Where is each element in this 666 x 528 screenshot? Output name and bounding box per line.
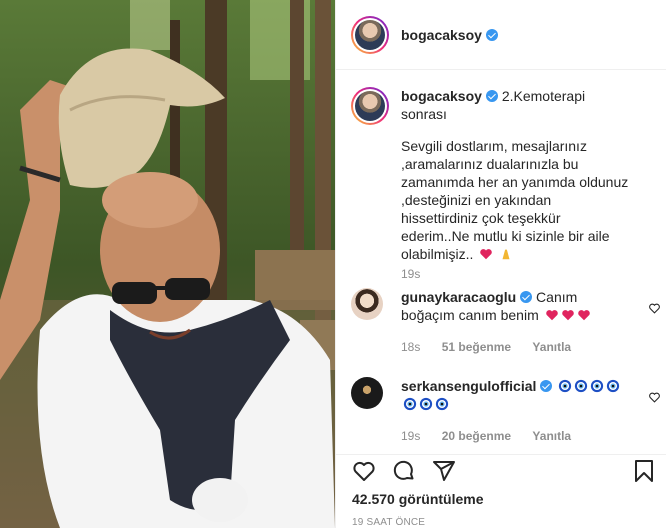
commenter-username[interactable]: gunaykaracaoglu [401,289,516,305]
post-actions: 42.570 görüntüleme 19 SAAT ÖNCE [336,454,666,528]
heart-icon[interactable] [352,459,376,483]
action-icons [352,459,653,489]
nazar-amulet-icon [403,397,417,411]
comment-item: serkansengulofficial 19s 20 beğenme Yanı… [351,377,660,454]
reply-button[interactable]: Yanıtla [532,340,571,354]
like-comment-heart-icon[interactable] [648,391,661,404]
verified-badge-icon [520,291,533,303]
red-heart-icon [480,249,493,260]
red-heart-icon [577,310,590,321]
comment-likes[interactable]: 51 beğenme [442,340,511,354]
folded-hands-icon [502,249,510,260]
commenter-username[interactable]: serkansengulofficial [401,378,536,394]
verified-badge-icon [485,28,498,41]
post-image[interactable] [0,0,335,528]
nazar-amulet-icon [575,379,588,393]
caption-username[interactable]: bogacaksoy [401,88,482,104]
caption-meta: 19s [401,267,438,281]
comment-timestamp: 19s [401,429,421,443]
comment-likes[interactable]: 20 beğenme [442,429,511,443]
caption-body: Sevgili dostlarım, mesajlarınız ,aramala… [401,138,629,262]
nazar-amulet-icon [419,397,433,411]
red-heart-icon [545,310,558,321]
comment-meta: 18s 51 beğenme Yanıtla [401,340,589,354]
comment-icon[interactable] [392,459,416,483]
post-timestamp[interactable]: 19 SAAT ÖNCE [352,517,425,528]
reply-button[interactable]: Yanıtla [532,429,571,443]
instagram-post: bogacaksoy bogacaksoy 2.Kemoterapi sonra… [0,0,666,528]
nazar-amulet-icon [607,379,620,393]
nazar-amulet-icon [559,379,572,393]
comments-list: bogacaksoy 2.Kemoterapi sonrası Sevgili … [336,71,666,454]
comment-meta: 19s 20 beğenme Yanıtla [401,429,589,443]
red-heart-icon [561,310,574,321]
commenter-avatar[interactable] [351,288,383,320]
caption-timestamp: 19s [401,267,421,281]
author-username[interactable]: bogacaksoy [401,27,482,43]
caption-avatar[interactable] [351,87,389,125]
view-count[interactable]: 42.570 görüntüleme [352,491,484,507]
verified-badge-icon [540,380,553,392]
post-sidebar: bogacaksoy bogacaksoy 2.Kemoterapi sonra… [335,0,666,528]
nazar-amulet-icon [591,379,604,393]
commenter-avatar[interactable] [351,377,383,409]
like-comment-heart-icon[interactable] [648,302,661,315]
share-icon[interactable] [432,459,456,483]
comment-timestamp: 18s [401,340,421,354]
post-caption: bogacaksoy 2.Kemoterapi sonrası Sevgili … [351,87,651,281]
verified-badge-icon [485,90,498,102]
nazar-amulet-icon [435,397,449,411]
post-header: bogacaksoy [336,0,666,70]
photo-man-with-hat [0,0,335,528]
comment-item: gunaykaracaoglu Canım boğaçım canım beni… [351,288,660,368]
bookmark-icon[interactable] [632,459,656,483]
author-avatar[interactable] [351,15,389,54]
